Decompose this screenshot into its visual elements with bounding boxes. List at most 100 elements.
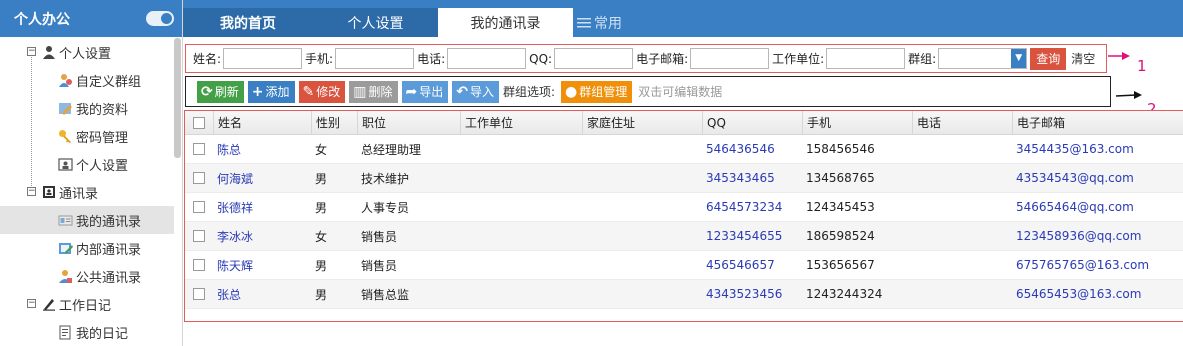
collapse-icon[interactable]: − [27, 47, 36, 56]
sidebar-item-password[interactable]: 密码管理 [0, 122, 174, 150]
table-row[interactable]: 张德祥男 人事专员 6454573234 124345453 54665464@qq.c… [185, 193, 1183, 222]
annotation-arrow-1 [1108, 52, 1130, 60]
select-all-checkbox[interactable] [193, 116, 205, 129]
column-header-phone[interactable]: 电话 [912, 111, 1012, 134]
qq-cell[interactable]: 6454573234 [702, 193, 802, 221]
qq-cell[interactable]: 456546657 [702, 251, 802, 279]
name-cell[interactable]: 张德祥 [213, 193, 311, 221]
edit-label: 修改 [316, 85, 341, 99]
group-select[interactable]: ▼ [938, 48, 1028, 69]
import-label: 导入 [469, 85, 494, 99]
query-button[interactable]: 查询 [1030, 47, 1067, 70]
table-row[interactable]: 陈天辉男 销售员 456546657 153656567 675765765@163.c… [185, 251, 1183, 280]
trash-icon: ▥ [353, 83, 367, 100]
collapse-icon[interactable]: − [27, 299, 36, 308]
table-row[interactable]: 陈总女 总经理助理 546436546 158456546 3454435@163.co… [185, 135, 1183, 164]
gender-cell: 男 [315, 287, 328, 302]
company-cell [460, 222, 582, 250]
tab-my-contacts[interactable]: 我的通讯录 [438, 8, 573, 37]
group-label: 群组: [908, 52, 937, 66]
sidebar-item-label: 公共通讯录 [76, 270, 142, 286]
plus-icon: + [251, 83, 264, 100]
company-input[interactable] [826, 48, 906, 69]
row-checkbox[interactable] [193, 230, 205, 242]
sidebar-group-personal-settings[interactable]: − 个人设置 [0, 38, 174, 66]
row-checkbox[interactable] [193, 259, 205, 271]
qq-input[interactable] [554, 48, 634, 69]
group-manage-button[interactable]: ● 群组管理 [561, 80, 633, 103]
mobile-input[interactable] [335, 48, 415, 69]
tab-home[interactable]: 我的首页 [183, 8, 313, 37]
name-cell[interactable]: 陈总 [213, 135, 311, 163]
phone-input[interactable] [447, 48, 527, 69]
sidebar-item-internal-contacts[interactable]: 内部通讯录 [0, 234, 174, 262]
name-cell[interactable]: 张总 [213, 280, 311, 308]
edit-button[interactable]: ✎ 修改 [298, 80, 346, 103]
row-checkbox[interactable] [193, 201, 205, 213]
table-row[interactable]: 张总男 销售总监 4343523456 1243244324 65465453@163.… [185, 280, 1183, 309]
column-header-gender[interactable]: 性别 [311, 111, 357, 134]
sidebar-item-my-profile[interactable]: 我的资料 [0, 94, 174, 122]
email-cell[interactable]: 675765765@163.com [1012, 251, 1183, 279]
annotation-arrow-2 [1116, 91, 1142, 99]
email-cell[interactable]: 3454435@163.com [1012, 135, 1183, 163]
qq-cell[interactable]: 546436546 [702, 135, 802, 163]
email-cell[interactable]: 54665464@qq.com [1012, 193, 1183, 221]
row-checkbox[interactable] [193, 172, 205, 184]
sidebar-item-label: 我的日记 [76, 326, 129, 342]
name-cell[interactable]: 何海斌 [213, 164, 311, 192]
sidebar-item-personal-settings[interactable]: 个人设置 [0, 150, 174, 178]
name-input[interactable] [223, 48, 303, 69]
import-button[interactable]: ↶ 导入 [452, 80, 499, 103]
sidebar-item-public-contacts[interactable]: 公共通讯录 [0, 262, 174, 290]
qq-cell[interactable]: 1233454655 [702, 222, 802, 250]
tab-label: 常用 [594, 15, 622, 32]
clear-link[interactable]: 清空 [1071, 50, 1095, 67]
column-header-mobile[interactable]: 手机 [802, 111, 912, 134]
sidebar-item-my-diary[interactable]: 我的日记 [0, 318, 174, 346]
sidebar-group-work-diary[interactable]: − 工作日记 [0, 290, 174, 318]
position-cell: 销售员 [361, 258, 398, 273]
column-header-address[interactable]: 家庭住址 [582, 111, 702, 134]
email-cell[interactable]: 123458936@qq.com [1012, 222, 1183, 250]
sidebar-item-custom-groups[interactable]: 自定义群组 [0, 66, 174, 94]
email-input[interactable] [690, 48, 770, 69]
name-cell[interactable]: 李冰冰 [213, 222, 311, 250]
sidebar-group-contacts[interactable]: − 通讯录 [0, 178, 174, 206]
email-cell[interactable]: 65465453@163.com [1012, 280, 1183, 308]
column-header-qq[interactable]: QQ [702, 111, 802, 134]
row-select-cell [185, 164, 213, 192]
row-select-cell [185, 193, 213, 221]
row-checkbox[interactable] [193, 288, 205, 300]
qq-cell[interactable]: 345343465 [702, 164, 802, 192]
address-cell [582, 193, 702, 221]
email-cell[interactable]: 43534543@qq.com [1012, 164, 1183, 192]
sidebar-toggle[interactable] [146, 11, 174, 26]
tab-common[interactable]: 常用 [573, 8, 643, 37]
delete-button[interactable]: ▥ 删除 [349, 80, 398, 103]
table-header: 姓名 性别 职位 工作单位 家庭住址 QQ 手机 电话 电子邮箱 [185, 111, 1183, 135]
add-button[interactable]: + 添加 [247, 80, 295, 103]
column-header-company[interactable]: 工作单位 [460, 111, 582, 134]
column-header-position[interactable]: 职位 [357, 111, 460, 134]
sidebar-item-my-contacts[interactable]: 我的通讯录 [0, 206, 174, 234]
diary-icon [59, 325, 71, 339]
export-button[interactable]: ➦ 导出 [401, 80, 449, 103]
tab-personal-settings[interactable]: 个人设置 [313, 8, 438, 37]
phone-cell [912, 193, 1012, 221]
row-select-cell [185, 280, 213, 308]
column-header-name[interactable]: 姓名 [213, 111, 311, 134]
refresh-button[interactable]: ⟳ 刷新 [197, 80, 244, 103]
table-row[interactable]: 李冰冰女 销售员 1233454655 186598524 123458936@qq.c… [185, 222, 1183, 251]
row-checkbox[interactable] [193, 143, 205, 155]
column-header-email[interactable]: 电子邮箱 [1012, 111, 1183, 134]
table-row[interactable]: 何海斌男 技术维护 345343465 134568765 43534543@qq.co… [185, 164, 1183, 193]
chevron-down-icon[interactable]: ▼ [1011, 49, 1027, 68]
sidebar-scrollbar[interactable] [174, 38, 181, 158]
sidebar-item-label: 个人设置 [76, 158, 129, 174]
add-label: 添加 [265, 85, 290, 99]
delete-label: 删除 [368, 85, 393, 99]
qq-cell[interactable]: 4343523456 [702, 280, 802, 308]
collapse-icon[interactable]: − [27, 187, 36, 196]
name-cell[interactable]: 陈天辉 [213, 251, 311, 279]
